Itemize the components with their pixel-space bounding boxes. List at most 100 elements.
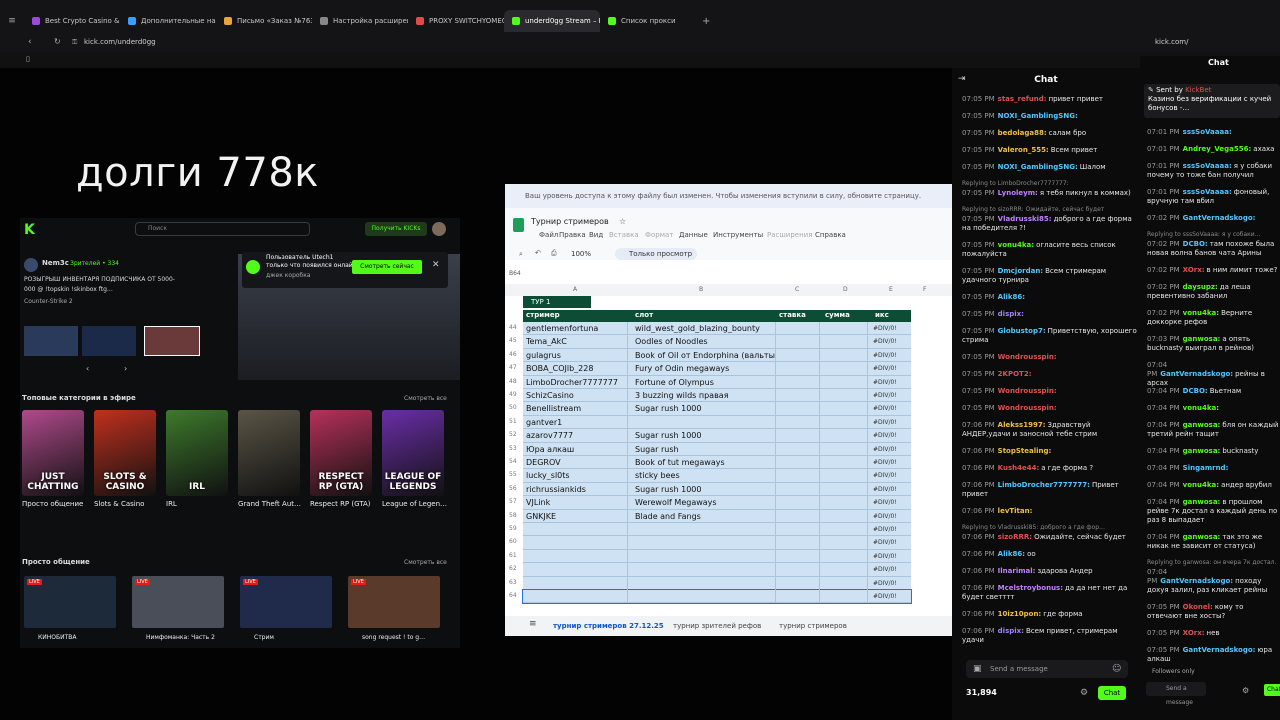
- see-all-link-2[interactable]: Смотреть все: [404, 559, 447, 566]
- table-row[interactable]: 44 gentlemenfortuna wild_west_gold_blazing…: [509, 322, 911, 336]
- search-menus-icon[interactable]: ⌕: [519, 250, 523, 259]
- chat-username[interactable]: Mcelstroybonus:: [998, 584, 1063, 592]
- chat-username[interactable]: LimboDrocher7777777:: [998, 481, 1090, 489]
- cell-streamer[interactable]: BOBA_COJlb_228: [526, 364, 626, 373]
- chat-message[interactable]: 07:05 PM XOrx: нев: [1147, 629, 1280, 638]
- chat-username[interactable]: Wondrousspin:: [998, 387, 1057, 395]
- chat-username[interactable]: sssSoVaaaa:: [1183, 162, 1232, 170]
- chat-username[interactable]: GantVernadskogo:: [1160, 577, 1233, 585]
- chat-username[interactable]: Lynoleym:: [998, 189, 1038, 197]
- chat-message[interactable]: 07:01 PM Andrey_Vega556: ахаха: [1147, 145, 1280, 154]
- col-d[interactable]: D: [843, 286, 848, 293]
- chat-message[interactable]: 07:04 PM vonu4ka: андер врубил: [1147, 481, 1280, 490]
- browser-tab[interactable]: Best Crypto Casino & Bitco: [24, 10, 120, 32]
- chat-message[interactable]: 07:04 PM ganwosa: бля он каждый третий рей…: [1147, 421, 1280, 439]
- col-c[interactable]: C: [795, 286, 799, 293]
- sheet-menu-item[interactable]: Справка: [815, 231, 846, 239]
- cell-streamer[interactable]: gentlemenfortuna: [526, 324, 626, 333]
- search-input[interactable]: Поиск: [135, 222, 310, 236]
- bookmark-icon[interactable]: ▯: [26, 55, 30, 63]
- chat-username[interactable]: ganwosa:: [1183, 533, 1221, 541]
- table-row[interactable]: 51 gantver1 #DIV/0!: [509, 415, 911, 430]
- cell-slot[interactable]: Fury of Odin megaways: [635, 364, 775, 373]
- chat-username[interactable]: Vladrusski85:: [998, 215, 1052, 223]
- new-tab-button[interactable]: +: [702, 16, 710, 27]
- cell-slot[interactable]: Sugar rush: [635, 445, 775, 454]
- category-card[interactable]: [238, 410, 300, 496]
- carousel-next-icon[interactable]: ›: [124, 364, 127, 373]
- chat-message[interactable]: 07:05 PM 2KPOT2:: [962, 370, 1140, 379]
- chat-username[interactable]: daysupz:: [1183, 283, 1218, 291]
- table-row[interactable]: 49 SchizCasino 3 buzzing wilds правая #DIV/…: [509, 389, 911, 403]
- chat-message[interactable]: 07:01 PM sssSoVaaaa: я у собаки почему то …: [1147, 162, 1280, 180]
- streamer-name[interactable]: Nem3c: [42, 259, 69, 267]
- col-e[interactable]: E: [889, 286, 893, 293]
- cell-streamer[interactable]: Benellistream: [526, 404, 626, 413]
- back-icon[interactable]: ‹: [28, 37, 32, 47]
- chat-message[interactable]: 07:05 PM Vladrusski85: доброго а где форма…: [962, 215, 1140, 233]
- chat2-settings-icon[interactable]: ⚙: [1242, 686, 1249, 695]
- cell-x[interactable]: #DIV/0!: [873, 499, 897, 506]
- chat-message[interactable]: 07:02 PM GantVernadskogo:: [1147, 214, 1280, 223]
- stream-thumb-2[interactable]: [82, 326, 136, 356]
- chat2-send-button[interactable]: Chat: [1264, 684, 1280, 696]
- chat-message[interactable]: 07:04 PM GantVernadskogo: рейны в арсах: [1147, 361, 1280, 388]
- cell-x[interactable]: #DIV/0!: [873, 352, 897, 359]
- chat-username[interactable]: bedolaga88:: [998, 129, 1047, 137]
- chat-message[interactable]: 07:05 PM Okonel: кому то отвечают вне хост…: [1147, 603, 1280, 621]
- sheet-title[interactable]: Турнир стримеров: [531, 217, 609, 226]
- chat-username[interactable]: vonu4ka:: [998, 241, 1034, 249]
- get-kicks-button[interactable]: Получить KICKs: [365, 222, 427, 236]
- table-row[interactable]: 47 BOBA_COJlb_228 Fury of Odin megaways #DI…: [509, 362, 911, 376]
- chat-message[interactable]: 07:04 PM Singamrnd:: [1147, 464, 1280, 473]
- chat-username[interactable]: Alik86:: [998, 293, 1025, 301]
- table-row[interactable]: 61 #DIV/0!: [509, 549, 911, 564]
- cell-streamer[interactable]: gulagrus: [526, 351, 626, 360]
- avatar[interactable]: [432, 222, 446, 236]
- group-tab[interactable]: ТУР 1: [523, 296, 591, 308]
- chat-send-button[interactable]: Chat: [1098, 686, 1126, 700]
- chat-message[interactable]: 07:06 PM Kush4e44: а где форма ?: [962, 464, 1140, 473]
- cell-x[interactable]: #DIV/0!: [873, 486, 897, 493]
- chat-username[interactable]: Okonel:: [1183, 603, 1213, 611]
- cell-x[interactable]: #DIV/0!: [873, 392, 897, 399]
- category-name[interactable]: Просто общение: [22, 500, 88, 508]
- browser-tab[interactable]: Настройка расширения: [312, 10, 408, 32]
- table-row[interactable]: 64 #DIV/0!: [509, 588, 912, 605]
- browser-tab[interactable]: Дополнительные настро: [120, 10, 216, 32]
- chat-message[interactable]: 07:02 PM DCBO: там похоже была новая волна…: [1147, 240, 1280, 258]
- chat-username[interactable]: DCBO:: [1183, 387, 1208, 395]
- chat-message[interactable]: 07:04 PM GantVernadskogo: походу дохуя зал…: [1147, 568, 1280, 595]
- chat-username[interactable]: StopStealing:: [998, 447, 1052, 455]
- sheet-menu-item[interactable]: Расширения: [767, 231, 812, 239]
- table-row[interactable]: 57 VJLink Werewolf Megaways #DIV/0!: [509, 496, 911, 510]
- pinned-message[interactable]: ✎ Sent by KickBet Казино без верификации…: [1144, 84, 1280, 118]
- sheet-menu-item[interactable]: Инструменты: [713, 231, 763, 239]
- stream-thumbnail-title[interactable]: КИНОБИТВА: [38, 634, 76, 641]
- cell-x[interactable]: #DIV/0!: [873, 539, 897, 546]
- chat-message[interactable]: 07:02 PM vonu4ka: Верните доккорке рефов: [1147, 309, 1280, 327]
- chat-message[interactable]: 07:05 PM Globustop7: Приветствую, хорошего…: [962, 327, 1140, 345]
- chat-username[interactable]: ganwosa:: [1183, 335, 1221, 343]
- cell-x[interactable]: #DIV/0!: [873, 365, 897, 372]
- chat-message[interactable]: 07:05 PM Alik86:: [962, 293, 1140, 302]
- chat-message-input[interactable]: Send a message: [966, 660, 1128, 678]
- chat-message[interactable]: 07:04 PM ganwosa: bucknasty: [1147, 447, 1280, 456]
- chat-username[interactable]: Alik86:: [998, 550, 1025, 558]
- cell-slot[interactable]: sticky bees: [635, 471, 775, 480]
- chat-message[interactable]: 07:01 PM sssSoVaaaa:: [1147, 128, 1280, 137]
- table-row[interactable]: 63 #DIV/0!: [509, 576, 911, 590]
- cell-streamer[interactable]: gantver1: [526, 418, 626, 427]
- chat-username[interactable]: ganwosa:: [1183, 421, 1221, 429]
- close-icon[interactable]: ✕: [432, 260, 440, 270]
- stream-thumbnail[interactable]: LIVE: [348, 576, 440, 628]
- cell-x[interactable]: #DIV/0!: [873, 566, 897, 573]
- cell-x[interactable]: #DIV/0!: [873, 526, 897, 533]
- emoji-icon[interactable]: ☺: [1112, 664, 1121, 674]
- chat-message[interactable]: 07:02 PM XOrx: в ним лимит тоже?: [1147, 266, 1280, 275]
- sheet-tab-3[interactable]: турнир стримеров: [779, 622, 847, 630]
- cell-x[interactable]: #DIV/0!: [873, 379, 897, 386]
- sheet-menu-item[interactable]: Вставка: [609, 231, 639, 239]
- chat-username[interactable]: NOXI_GamblingSNG:: [998, 112, 1078, 120]
- chat-username[interactable]: vonu4ka:: [1183, 309, 1219, 317]
